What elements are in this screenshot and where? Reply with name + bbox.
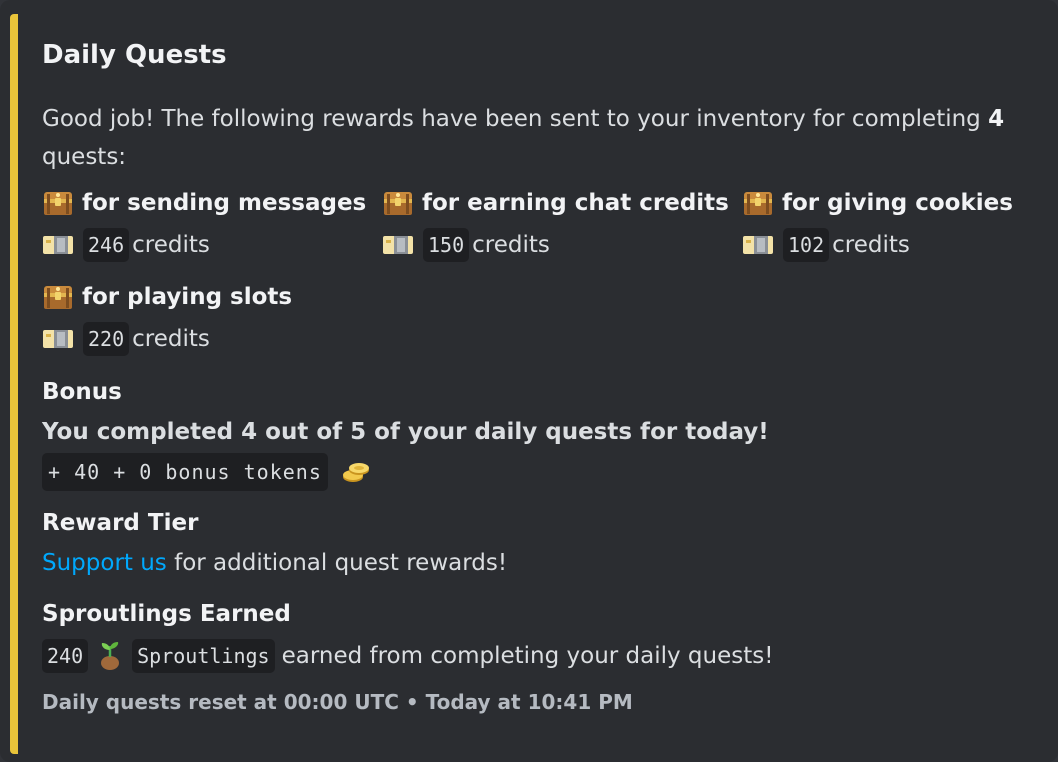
money-icon	[382, 234, 414, 256]
quest-field: for playing slots 220 credits	[42, 282, 292, 356]
footer-separator: •	[405, 690, 419, 714]
description-count: 4	[988, 106, 1005, 132]
credits-amount: 102	[783, 228, 830, 262]
credits-amount: 246	[83, 228, 130, 262]
quest-field: for earning chat credits 150 credits	[382, 188, 729, 262]
bonus-tokens: + 40 + 0 bonus tokens	[42, 453, 328, 491]
treasure-chest-icon	[742, 189, 774, 217]
credits-unit: credits	[472, 232, 550, 258]
sproutlings-unit: Sproutlings	[132, 639, 275, 673]
reward-tier-title: Reward Tier	[42, 510, 199, 536]
quest-field: for giving cookies 102 credits	[742, 188, 1013, 262]
sprout-icon	[97, 641, 123, 671]
footer-text: Daily quests reset at 00:00 UTC	[42, 690, 399, 714]
money-icon	[742, 234, 774, 256]
quest-name: for giving cookies	[782, 190, 1013, 216]
quest-name: for earning chat credits	[422, 190, 729, 216]
footer-timestamp: Today at 10:41 PM	[425, 690, 633, 714]
sproutlings-title: Sproutlings Earned	[42, 601, 291, 627]
bonus-field: Bonus You completed 4 out of 5 of your d…	[42, 377, 769, 491]
reward-tier-text: for additional quest rewards!	[174, 550, 508, 576]
sproutlings-amount: 240	[42, 639, 89, 673]
description-prefix: Good job! The following rewards have bee…	[42, 106, 989, 132]
credits-unit: credits	[132, 232, 210, 258]
money-icon	[42, 234, 74, 256]
credits-unit: credits	[832, 232, 910, 258]
embed-accent-bar	[10, 14, 18, 754]
embed-title: Daily Quests	[42, 40, 227, 70]
credits-amount: 220	[83, 322, 130, 356]
coins-icon	[341, 460, 371, 484]
bonus-title: Bonus	[42, 379, 122, 405]
bonus-summary: You completed 4 out of 5 of your daily q…	[42, 419, 769, 445]
quest-name: for sending messages	[82, 190, 367, 216]
quest-name: for playing slots	[82, 284, 293, 310]
treasure-chest-icon	[42, 189, 74, 217]
sproutlings-text: earned from completing your daily quests…	[281, 643, 774, 669]
money-icon	[42, 328, 74, 350]
quest-field: for sending messages 246 credits	[42, 188, 366, 262]
credits-unit: credits	[132, 326, 210, 352]
treasure-chest-icon	[382, 189, 414, 217]
credits-amount: 150	[423, 228, 470, 262]
embed-description: Good job! The following rewards have bee…	[42, 100, 1022, 176]
sproutlings-field: Sproutlings Earned 240 Sproutlings earned…	[42, 599, 773, 673]
quest-embed: Daily Quests Good job! The following rew…	[0, 0, 1058, 762]
reward-tier-field: Reward Tier Support us for additional qu…	[42, 508, 507, 578]
support-us-link[interactable]: Support us	[42, 548, 167, 578]
embed-footer: Daily quests reset at 00:00 UTC • Today …	[42, 690, 633, 714]
description-suffix: quests:	[42, 144, 127, 170]
treasure-chest-icon	[42, 283, 74, 311]
